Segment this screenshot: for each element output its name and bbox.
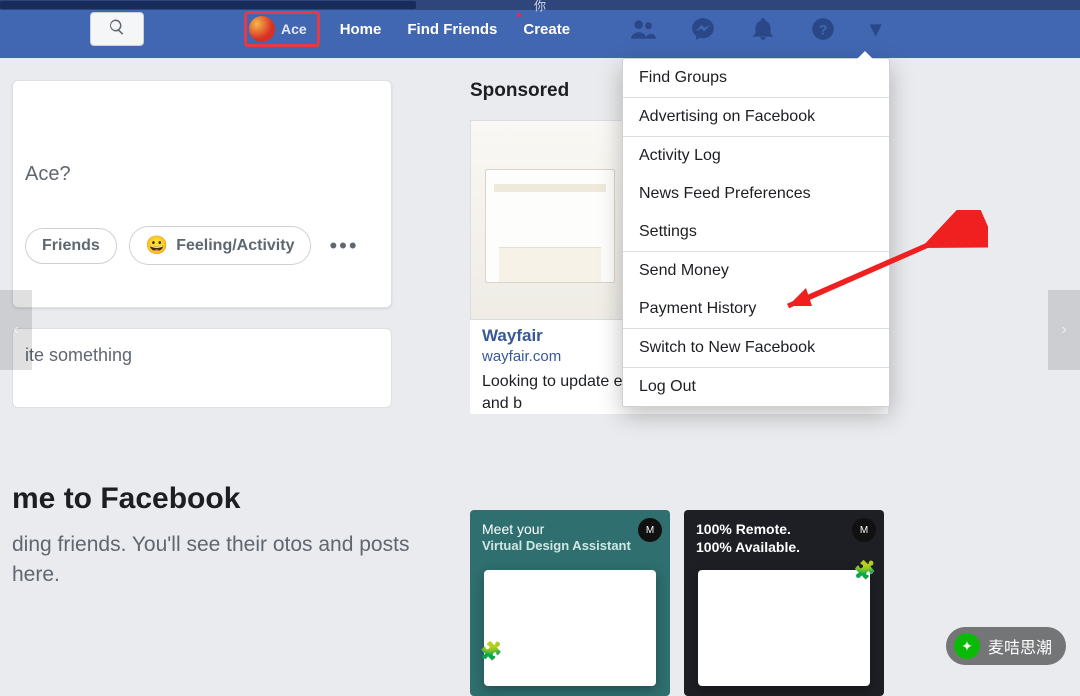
- profile-name: Ace: [281, 21, 307, 37]
- composer-more-icon[interactable]: •••: [329, 233, 358, 259]
- dropdown-switch-new-fb[interactable]: Switch to New Facebook: [623, 329, 889, 367]
- friend-requests-icon[interactable]: [630, 16, 656, 42]
- ad-image: [470, 120, 630, 320]
- composer-pill-row: Friends 😀 Feeling/Activity •••: [25, 226, 379, 265]
- brand-badge-icon: M: [638, 518, 662, 542]
- welcome-body: ding friends. You'll see their otos and …: [12, 530, 432, 591]
- nav-find-friends[interactable]: Find Friends: [407, 21, 497, 38]
- wechat-icon: ✦: [954, 633, 980, 659]
- dropdown-send-money[interactable]: Send Money: [623, 252, 889, 290]
- wechat-watermark: ✦ 麦咭思潮: [946, 627, 1066, 665]
- carousel-next-button[interactable]: ›: [1048, 290, 1080, 370]
- tag-friends-pill[interactable]: Friends: [25, 228, 117, 264]
- dropdown-log-out[interactable]: Log Out: [623, 368, 889, 406]
- feeling-activity-pill[interactable]: 😀 Feeling/Activity: [129, 226, 312, 265]
- main-content: Ace? Friends 😀 Feeling/Activity ••• ite …: [12, 80, 1062, 663]
- ad3-panel: [698, 570, 870, 686]
- account-dropdown: Find Groups Advertising on Facebook Acti…: [622, 58, 890, 407]
- chevron-left-icon: ‹: [13, 321, 18, 339]
- svg-text:?: ?: [819, 21, 828, 37]
- dropdown-find-groups[interactable]: Find Groups: [623, 59, 889, 97]
- feeling-label: Feeling/Activity: [176, 237, 294, 255]
- profile-chip[interactable]: Ace: [244, 11, 320, 47]
- horizontal-scrollbar-thumb[interactable]: [0, 1, 416, 9]
- search-button[interactable]: [90, 12, 144, 46]
- nav-create[interactable]: Create: [523, 21, 570, 38]
- friends-label: Friends: [42, 237, 100, 255]
- desk-illustration: [485, 169, 615, 283]
- dropdown-news-feed-prefs[interactable]: News Feed Preferences: [623, 175, 889, 213]
- write-something-card[interactable]: ite something: [12, 328, 392, 408]
- brand-badge-icon: M: [852, 518, 876, 542]
- watermark-text: 麦咭思潮: [988, 634, 1052, 658]
- post-composer-card: Ace? Friends 😀 Feeling/Activity •••: [12, 80, 392, 308]
- ad2-sub: Virtual Design Assistant: [470, 538, 670, 553]
- nav-home[interactable]: Home: [340, 21, 382, 38]
- messenger-icon[interactable]: [690, 16, 716, 42]
- ad3-line2: 100% Available.: [684, 538, 884, 556]
- sponsored-ad-row: Meet your Virtual Design Assistant M 🧩 1…: [470, 510, 888, 696]
- dropdown-advertising[interactable]: Advertising on Facebook: [623, 98, 889, 136]
- sponsored-ad-remote[interactable]: 100% Remote. 100% Available. M 🧩: [684, 510, 884, 696]
- puzzle-icon: 🧩: [480, 641, 502, 662]
- dropdown-payment-history[interactable]: Payment History: [623, 290, 889, 328]
- notifications-icon[interactable]: [750, 16, 776, 42]
- smiley-icon: 😀: [146, 235, 168, 256]
- search-icon: [108, 18, 126, 41]
- welcome-block: me to Facebook ding friends. You'll see …: [12, 482, 432, 591]
- write-something-text: ite something: [25, 345, 132, 365]
- composer-placeholder[interactable]: Ace?: [25, 99, 379, 226]
- avatar: [249, 16, 275, 42]
- carousel-prev-button[interactable]: ‹: [0, 290, 32, 370]
- chevron-right-icon: ›: [1061, 321, 1066, 339]
- dropdown-settings[interactable]: Settings: [623, 213, 889, 251]
- ad2-panel: [484, 570, 656, 686]
- top-marker: 你: [534, 0, 546, 14]
- help-icon[interactable]: ?: [810, 16, 836, 42]
- sponsored-ad-modsy[interactable]: Meet your Virtual Design Assistant M 🧩: [470, 510, 670, 696]
- horizontal-scrollbar-track: 你: [0, 0, 1080, 10]
- account-menu-caret-icon[interactable]: ▾: [870, 16, 881, 42]
- welcome-heading: me to Facebook: [12, 482, 432, 516]
- dropdown-activity-log[interactable]: Activity Log: [623, 137, 889, 175]
- puzzle-icon: 🧩: [854, 560, 876, 581]
